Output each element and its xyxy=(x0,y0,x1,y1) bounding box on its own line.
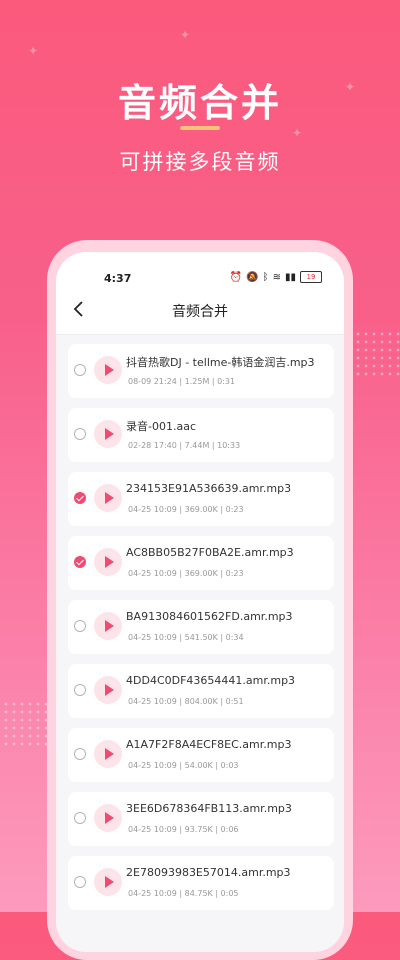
play-icon xyxy=(105,684,114,696)
checkbox-checked[interactable] xyxy=(74,492,86,504)
play-icon xyxy=(105,620,114,632)
sparkle-decoration: ✦ xyxy=(28,44,39,58)
file-name: 3EE6D678364FB113.amr.mp3 xyxy=(126,802,292,815)
checkbox-unchecked[interactable] xyxy=(74,364,86,376)
audio-file-item[interactable]: A1A7F2F8A4ECF8EC.amr.mp3 04-25 10:09 | 54… xyxy=(68,728,334,782)
file-meta: 04-25 10:09 | 804.00K | 0:51 xyxy=(128,697,244,706)
play-icon xyxy=(105,812,114,824)
file-meta: 04-25 10:09 | 54.00K | 0:03 xyxy=(128,761,239,770)
audio-file-item[interactable]: 234153E91A536639.amr.mp3 04-25 10:09 | 36… xyxy=(68,472,334,526)
play-button[interactable] xyxy=(94,612,122,640)
mute-icon: 🔕 xyxy=(246,271,259,283)
file-name: 4DD4C0DF43654441.amr.mp3 xyxy=(126,674,296,687)
title-underline xyxy=(180,126,220,130)
phone-screen: 4:37 ⏰ 🔕 ᛒ ≋ ▮▮ 19 音频合并 抖音热歌DJ - tellme-… xyxy=(56,252,344,952)
file-name: 抖音热歌DJ - tellme-韩语金润吉.mp3 xyxy=(126,356,315,369)
checkbox-unchecked[interactable] xyxy=(74,748,86,760)
file-meta: 04-25 10:09 | 84.75K | 0:05 xyxy=(128,889,239,898)
play-icon xyxy=(105,492,114,504)
play-button[interactable] xyxy=(94,868,122,896)
page-title: 音频合并 xyxy=(172,304,228,320)
checkbox-unchecked[interactable] xyxy=(74,876,86,888)
audio-file-item[interactable]: 录音-001.aac 02-28 17:40 | 7.44M | 10:33 xyxy=(68,408,334,462)
sparkle-decoration: ✦ xyxy=(180,28,191,42)
file-name: 2E78093983E57014.amr.mp3 xyxy=(126,866,291,879)
file-meta: 02-28 17:40 | 7.44M | 10:33 xyxy=(128,441,241,450)
file-meta: 04-25 10:09 | 369.00K | 0:23 xyxy=(128,505,244,514)
audio-file-item[interactable]: 4DD4C0DF43654441.amr.mp3 04-25 10:09 | 80… xyxy=(68,664,334,718)
file-name: AC8BB05B27F0BA2E.amr.mp3 xyxy=(126,546,294,559)
audio-file-item[interactable]: 抖音热歌DJ - tellme-韩语金润吉.mp3 08-09 21:24 | 1… xyxy=(68,344,334,398)
checkbox-checked[interactable] xyxy=(74,556,86,568)
battery-icon: 19 xyxy=(300,271,322,283)
checkbox-unchecked[interactable] xyxy=(74,428,86,440)
bluetooth-icon: ᛒ xyxy=(262,271,269,283)
play-button[interactable] xyxy=(94,676,122,704)
file-name: BA913084601562FD.amr.mp3 xyxy=(126,610,293,623)
checkbox-unchecked[interactable] xyxy=(74,684,86,696)
play-button[interactable] xyxy=(94,484,122,512)
play-icon xyxy=(105,748,114,760)
checkbox-unchecked[interactable] xyxy=(74,812,86,824)
dot-pattern-decoration xyxy=(2,700,48,750)
audio-file-item[interactable]: BA913084601562FD.amr.mp3 04-25 10:09 | 54… xyxy=(68,600,334,654)
signal-icon: ▮▮ xyxy=(284,271,296,283)
alarm-icon: ⏰ xyxy=(229,271,243,283)
play-button[interactable] xyxy=(94,356,122,384)
file-meta: 08-09 21:24 | 1.25M | 0:31 xyxy=(128,377,236,386)
wifi-icon: ≋ xyxy=(272,271,281,283)
play-button[interactable] xyxy=(94,804,122,832)
file-meta: 04-25 10:09 | 541.50K | 0:34 xyxy=(128,633,244,642)
play-icon xyxy=(105,876,114,888)
sparkle-decoration: ✦ xyxy=(292,126,303,140)
status-icons: ⏰ 🔕 ᛒ ≋ ▮▮ 19 xyxy=(230,271,322,283)
play-button[interactable] xyxy=(94,740,122,768)
play-button[interactable] xyxy=(94,420,122,448)
play-icon xyxy=(105,428,114,440)
file-name: A1A7F2F8A4ECF8EC.amr.mp3 xyxy=(126,738,292,751)
play-button[interactable] xyxy=(94,548,122,576)
file-meta: 04-25 10:09 | 369.00K | 0:23 xyxy=(128,569,244,578)
dot-pattern-decoration xyxy=(354,330,400,380)
promo-subtitle: 可拼接多段音频 xyxy=(119,150,281,174)
audio-file-item[interactable]: 2E78093983E57014.amr.mp3 04-25 10:09 | 84… xyxy=(68,856,334,910)
promo-title: 音频合并 xyxy=(117,81,282,125)
audio-file-item[interactable]: AC8BB05B27F0BA2E.amr.mp3 04-25 10:09 | 36… xyxy=(68,536,334,590)
file-meta: 04-25 10:09 | 93.75K | 0:06 xyxy=(128,825,239,834)
audio-file-item[interactable]: 3EE6D678364FB113.amr.mp3 04-25 10:09 | 93… xyxy=(68,792,334,846)
checkbox-unchecked[interactable] xyxy=(74,620,86,632)
file-name: 234153E91A536639.amr.mp3 xyxy=(126,482,292,495)
status-bar: 4:37 ⏰ 🔕 ᛒ ≋ ▮▮ 19 xyxy=(56,252,344,285)
battery-level: 19 xyxy=(306,273,316,281)
file-name: 录音-001.aac xyxy=(126,420,196,433)
navbar: 音频合并 xyxy=(56,284,344,335)
play-icon xyxy=(105,556,114,568)
play-icon xyxy=(105,364,114,376)
